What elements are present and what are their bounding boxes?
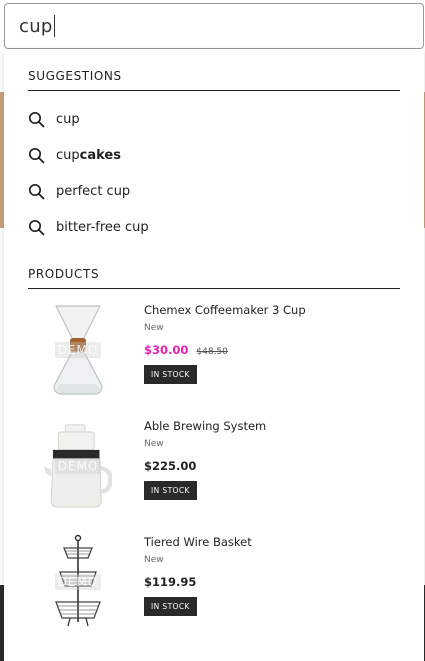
stock-badge: IN STOCK: [144, 481, 197, 500]
text-caret: [53, 15, 55, 37]
suggestion-item[interactable]: bitter-free cup: [28, 209, 149, 245]
suggestion-label: bitter-free cup: [56, 219, 149, 235]
product-sale-price: $30.00: [144, 343, 189, 357]
product-name: Chemex Coffeemaker 3 Cup: [144, 303, 306, 317]
search-icon: [28, 181, 48, 201]
search-icon: [28, 109, 48, 129]
product-name: Tiered Wire Basket: [144, 535, 252, 549]
suggestion-label: cupcakes: [56, 147, 121, 163]
search-icon: [28, 145, 48, 165]
suggestion-item[interactable]: cupcakes: [28, 137, 149, 173]
demo-watermark: DEMO: [54, 458, 102, 474]
suggestions-heading: SUGGESTIONS: [28, 69, 400, 91]
product-price-row: $225.00: [144, 459, 266, 473]
search-input-value: cup: [19, 15, 53, 37]
product-info: Tiered Wire Basket New $119.95 IN STOCK: [144, 535, 252, 616]
search-dropdown: SUGGESTIONS cup cupcakes perfect cup bit…: [4, 49, 424, 661]
search-input[interactable]: cup: [19, 15, 55, 37]
product-image-chemex: DEMO: [44, 301, 112, 399]
product-image-wire-basket: DEMO: [44, 533, 112, 631]
demo-watermark: DEMO: [54, 342, 102, 358]
stock-badge: IN STOCK: [144, 365, 197, 384]
product-image-able-brewing: DEMO: [44, 417, 112, 515]
product-badge: New: [144, 439, 164, 449]
product-info: Chemex Coffeemaker 3 Cup New $30.00 $48.…: [144, 303, 306, 384]
suggestion-label: perfect cup: [56, 183, 131, 199]
suggestions-list: cup cupcakes perfect cup bitter-free cup: [28, 101, 149, 245]
suggestion-item[interactable]: cup: [28, 101, 149, 137]
suggestion-label: cup: [56, 111, 80, 127]
products-list: DEMO Chemex Coffeemaker 3 Cup New $30.00…: [28, 297, 400, 645]
product-price-row: $30.00 $48.50: [144, 343, 306, 357]
search-box[interactable]: cup: [4, 3, 424, 49]
search-icon: [28, 217, 48, 237]
product-item[interactable]: DEMO Chemex Coffeemaker 3 Cup New $30.00…: [28, 297, 400, 413]
product-name: Able Brewing System: [144, 419, 267, 433]
product-compare-price: $48.50: [196, 347, 228, 357]
product-price: $119.95: [144, 575, 197, 589]
product-item[interactable]: DEMO Able Brewing System New $225.00 IN …: [28, 413, 400, 529]
stock-badge: IN STOCK: [144, 597, 197, 616]
product-info: Able Brewing System New $225.00 IN STOCK: [144, 419, 266, 500]
product-price: $225.00: [144, 459, 197, 473]
products-heading: PRODUCTS: [28, 267, 400, 289]
product-item[interactable]: DEMO Tiered Wire Basket New $119.95 IN S…: [28, 529, 400, 645]
product-badge: New: [144, 555, 164, 565]
product-badge: New: [144, 323, 164, 333]
product-price-row: $119.95: [144, 575, 252, 589]
demo-watermark: DEMO: [54, 574, 102, 590]
suggestion-item[interactable]: perfect cup: [28, 173, 149, 209]
